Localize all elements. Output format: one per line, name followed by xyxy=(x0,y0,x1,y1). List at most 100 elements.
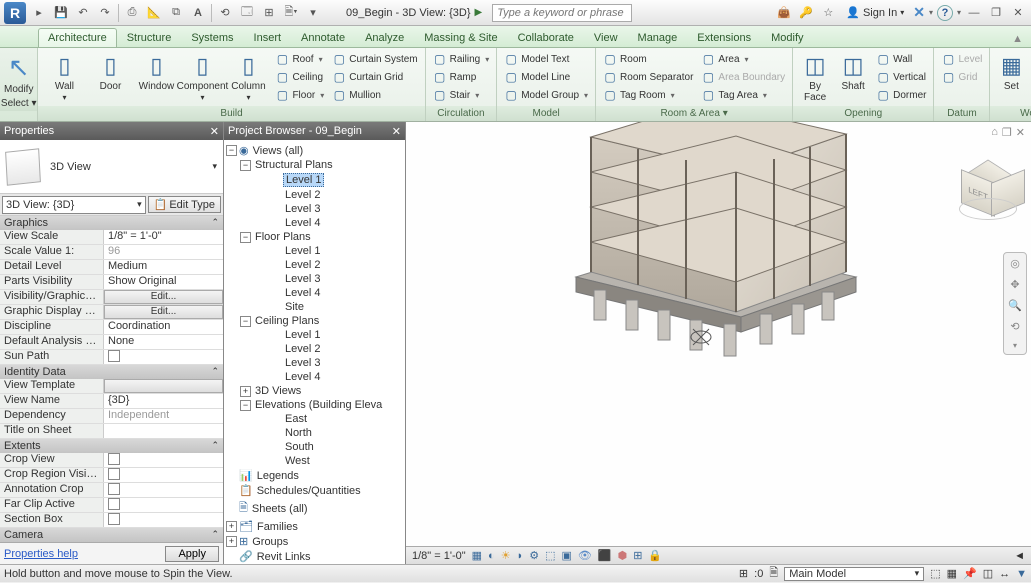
detail-level-icon[interactable]: ▦ xyxy=(472,549,482,562)
shadows-icon[interactable]: ◗ xyxy=(517,550,524,562)
prop-row[interactable]: DisciplineCoordination xyxy=(0,320,223,335)
favorite-icon[interactable]: ☆ xyxy=(819,4,837,22)
crop-show-icon[interactable]: ▣ xyxy=(562,549,572,562)
tab-structure[interactable]: Structure xyxy=(117,28,182,47)
group-camera[interactable]: Camera⌃ xyxy=(0,528,223,542)
properties-header[interactable]: Properties ✕ xyxy=(0,122,223,140)
model-text-button[interactable]: ▢Model Text xyxy=(501,50,591,68)
tag-room-button[interactable]: ▢Tag Room xyxy=(600,86,696,104)
tree-node[interactable]: Level 4 xyxy=(226,216,403,230)
help-icon[interactable]: ? xyxy=(937,5,953,21)
tab-view[interactable]: View xyxy=(584,28,628,47)
drag-icon[interactable]: ↔ xyxy=(999,568,1010,580)
ribbon-collapse-icon[interactable]: ▲ xyxy=(1004,31,1031,47)
sun-path-icon[interactable]: ☀ xyxy=(501,549,511,562)
tab-manage[interactable]: Manage xyxy=(628,28,688,47)
close-views-icon[interactable]: ⊞ xyxy=(260,4,278,22)
prop-row[interactable]: Visibility/Graphics Over...Edit... xyxy=(0,290,223,305)
tab-modify[interactable]: Modify xyxy=(761,28,813,47)
tree-node[interactable]: Level 2 xyxy=(226,258,403,272)
tree-node[interactable]: Level 4 xyxy=(226,286,403,300)
railing-button[interactable]: ▢Railing xyxy=(430,50,493,68)
door-button[interactable]: ▯Door xyxy=(88,50,132,95)
tree-node[interactable]: East xyxy=(226,412,403,426)
group-identity-data[interactable]: Identity Data⌃ xyxy=(0,365,223,379)
undo-icon[interactable]: ↶ xyxy=(74,4,92,22)
room-button[interactable]: ▢Room xyxy=(600,50,696,68)
close-icon[interactable]: ✕ xyxy=(210,125,219,138)
tree-node[interactable]: Level 1 xyxy=(226,328,403,342)
pan-icon[interactable]: ✥ xyxy=(1010,278,1019,291)
tree-node[interactable]: −Elevations (Building Eleva xyxy=(226,398,403,412)
tree-node[interactable]: Level 4 xyxy=(226,370,403,384)
prop-row[interactable]: DependencyIndependent xyxy=(0,409,223,424)
ceiling-button[interactable]: ▢Ceiling xyxy=(272,68,327,86)
opening-wall-button[interactable]: ▢Wall xyxy=(873,50,929,68)
keys-icon[interactable]: 🔑 xyxy=(797,4,815,22)
model-icon[interactable]: 🗎 xyxy=(769,564,778,583)
zoom-icon[interactable]: 🔍 xyxy=(1008,299,1022,312)
recent-icon[interactable]: 🗎▾ xyxy=(282,4,300,22)
select-pinned-icon[interactable]: 📌 xyxy=(963,567,977,580)
restore-button[interactable]: ❐ xyxy=(987,6,1005,19)
modify-arrow-icon[interactable]: ↖ xyxy=(0,48,37,83)
tree-node[interactable]: 🔗Revit Links xyxy=(226,549,403,564)
tree-node[interactable]: −Ceiling Plans xyxy=(226,314,403,328)
text-icon[interactable]: A xyxy=(189,4,207,22)
tab-annotate[interactable]: Annotate xyxy=(291,28,355,47)
app-menu-button[interactable]: R xyxy=(4,2,26,24)
close-icon[interactable]: ✕ xyxy=(392,125,401,138)
save-icon[interactable]: 💾 xyxy=(52,4,70,22)
prop-row[interactable]: Graphic Display OptionsEdit... xyxy=(0,305,223,320)
temp-hide-icon[interactable]: ⬛ xyxy=(598,549,612,562)
select-links-icon[interactable]: ⬚ xyxy=(930,567,940,580)
viewport-restore-icon[interactable]: ❐ xyxy=(1002,126,1012,139)
tree-node[interactable]: Level 1 xyxy=(226,244,403,258)
prop-row[interactable]: Annotation Crop xyxy=(0,483,223,498)
minimize-button[interactable]: — xyxy=(965,7,983,19)
model-group-button[interactable]: ▢Model Group xyxy=(501,86,591,104)
worksets-icon[interactable]: ⊞ xyxy=(633,549,642,562)
set-workplane-button[interactable]: ▦Set xyxy=(994,50,1028,95)
tree-node[interactable]: Level 2 xyxy=(226,188,403,202)
opening-vertical-button[interactable]: ▢Vertical xyxy=(873,68,929,86)
print-icon[interactable]: ⎙ xyxy=(123,4,141,22)
scroll-left-icon[interactable]: ◄ xyxy=(1014,550,1025,562)
sign-in-button[interactable]: 👤Sign In▾ xyxy=(841,4,909,21)
search-input[interactable] xyxy=(492,4,632,22)
exchange-icon[interactable]: ✕ xyxy=(913,4,925,21)
worksets-icon[interactable]: ⊞ xyxy=(739,567,748,580)
redo-icon[interactable]: ↷ xyxy=(96,4,114,22)
tree-node[interactable]: Level 3 xyxy=(226,272,403,286)
prop-row[interactable]: Scale Value 1:96 xyxy=(0,245,223,260)
tree-node[interactable]: 📋Schedules/Quantities xyxy=(226,483,403,498)
tag-area-button[interactable]: ▢Tag Area xyxy=(698,86,788,104)
home-icon[interactable]: ⌂ xyxy=(991,126,998,139)
apply-button[interactable]: Apply xyxy=(165,546,219,562)
group-extents[interactable]: Extents⌃ xyxy=(0,439,223,453)
tree-node[interactable]: 🗎Sheets (all) xyxy=(226,498,403,519)
opening-dormer-button[interactable]: ▢Dormer xyxy=(873,86,929,104)
prop-row[interactable]: Crop View xyxy=(0,453,223,468)
switch-icon[interactable]: 🗔 xyxy=(238,4,256,22)
steering-wheel-icon[interactable]: ◎ xyxy=(1010,257,1020,270)
tab-insert[interactable]: Insert xyxy=(244,28,292,47)
sync-icon[interactable]: ⟲ xyxy=(216,4,234,22)
by-face-button[interactable]: ◫ByFace xyxy=(797,50,833,106)
select-underlay-icon[interactable]: ▦ xyxy=(947,567,957,580)
tab-architecture[interactable]: Architecture xyxy=(38,28,117,47)
reveal-icon[interactable]: ⬢ xyxy=(618,549,628,562)
prop-row[interactable]: Detail LevelMedium xyxy=(0,260,223,275)
select-face-icon[interactable]: ◫ xyxy=(983,567,993,580)
tree-node[interactable]: Level 2 xyxy=(226,342,403,356)
more-icon[interactable]: ▾ xyxy=(304,4,322,22)
viewport-3d[interactable]: ⌂ ❐ ✕ LEFT ◎ ✥ 🔍 ⟲ ▾ xyxy=(406,122,1031,564)
modify-label[interactable]: Modify xyxy=(0,83,37,96)
tab-massing-site[interactable]: Massing & Site xyxy=(414,28,507,47)
instance-selector[interactable]: 3D View: {3D}▾ xyxy=(2,196,146,214)
stair-button[interactable]: ▢Stair xyxy=(430,86,493,104)
prop-row[interactable]: Crop Region Visible xyxy=(0,468,223,483)
tree-node[interactable]: North xyxy=(226,426,403,440)
tab-systems[interactable]: Systems xyxy=(181,28,243,47)
scale-selector[interactable]: 1/8" = 1'-0" xyxy=(412,550,466,562)
